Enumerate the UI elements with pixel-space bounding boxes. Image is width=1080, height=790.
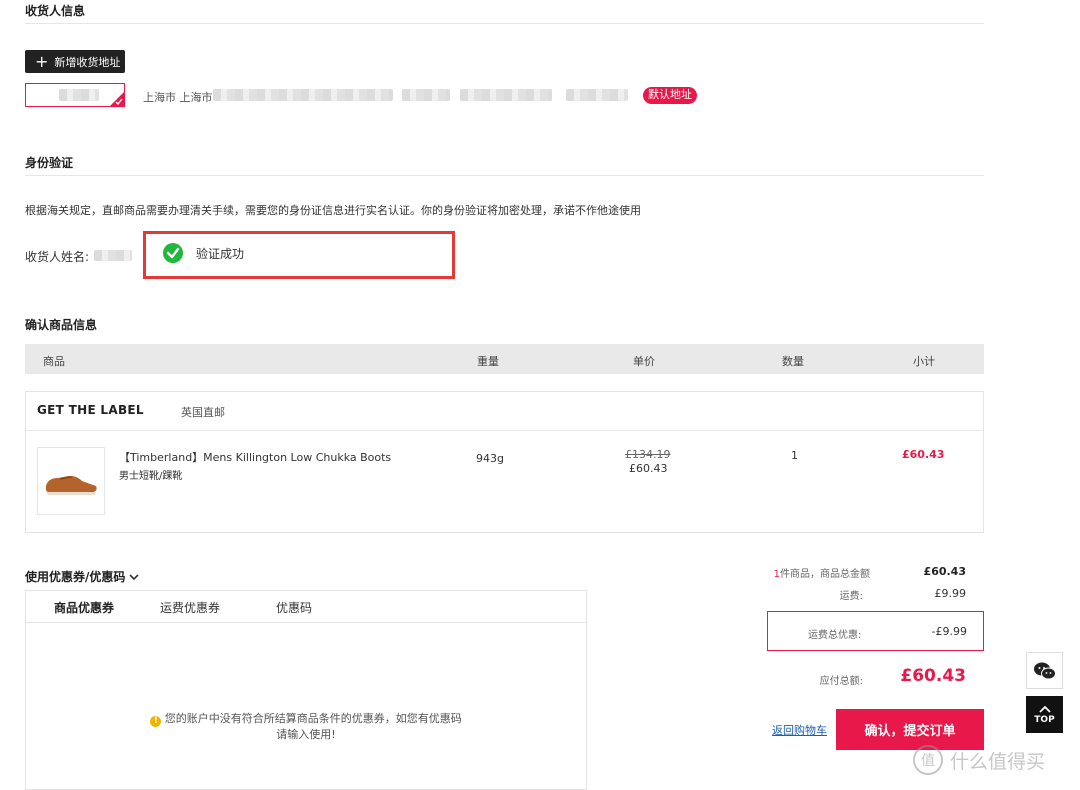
shipping-discount: -£9.99 <box>931 625 967 638</box>
warning-icon: ! <box>150 716 162 727</box>
svg-text:值: 值 <box>921 753 935 769</box>
tab-product-coupon[interactable]: 商品优惠券 <box>54 599 114 616</box>
identity-notice: 根据海关规定，直邮商品需要办理清关手续，需要您的身份证信息进行实名认证。你的身份… <box>25 204 641 217</box>
store-name: GET THE LABEL <box>37 403 144 417</box>
success-check-icon <box>163 243 183 263</box>
chevron-down-icon <box>129 573 139 580</box>
shipping-discount-highlight: 运费总优惠: -£9.99 <box>767 611 984 651</box>
product-weight: 943g <box>476 452 504 465</box>
product-table-header: 商品 重量 单价 数量 小计 <box>25 344 984 374</box>
payable-total: £60.43 <box>900 666 966 686</box>
store-order-block: GET THE LABEL 英国直邮 【Timberland】Mens Kill… <box>25 391 984 533</box>
shipping-fee: £9.99 <box>934 587 967 600</box>
redacted-address <box>213 89 393 101</box>
plus-icon: + <box>35 51 49 71</box>
watermark-text: 什么值得买 <box>950 750 1046 773</box>
redacted-recipient-name <box>94 250 132 261</box>
products-section-title: 确认商品信息 <box>25 318 98 332</box>
coupon-empty-text-line2: 请输入使用! <box>276 728 336 741</box>
coupon-toggle-label: 使用优惠券/优惠码 <box>25 570 126 584</box>
items-total: £60.43 <box>923 565 966 578</box>
boot-image <box>45 475 97 495</box>
wechat-icon <box>1033 662 1056 679</box>
wechat-button[interactable] <box>1026 652 1063 689</box>
selected-check-icon <box>110 92 124 106</box>
product-name[interactable]: 【Timberland】Mens Killington Low Chukka B… <box>119 449 391 465</box>
shipping-label: 运费: <box>839 591 863 602</box>
items-total-label: 1件商品，商品总金额 <box>700 565 870 580</box>
coupon-empty-text-line1: 您的账户中没有符合所结算商品条件的优惠券，如您有优惠码 <box>164 712 462 725</box>
redacted-phone <box>566 89 628 101</box>
identity-section-title: 身份验证 <box>25 156 74 170</box>
watermark-logo-icon: 值 <box>913 745 943 775</box>
back-to-cart-link[interactable]: 返回购物车 <box>772 722 827 738</box>
tab-shipping-coupon[interactable]: 运费优惠券 <box>160 599 220 616</box>
column-header-product: 商品 <box>43 355 65 368</box>
shipping-discount-label: 运费总优惠: <box>808 630 862 641</box>
product-quantity: 1 <box>791 449 798 462</box>
item-subtotal: £60.43 <box>902 448 945 461</box>
address-region: 上海市 上海市 <box>143 91 213 104</box>
divider <box>26 430 983 431</box>
verification-status-highlight: 验证成功 <box>143 231 455 279</box>
redacted-address <box>402 89 450 101</box>
product-category: 男士短靴/踝靴 <box>119 471 183 482</box>
original-price: £134.19 <box>625 448 671 461</box>
divider <box>26 622 586 623</box>
divider <box>25 23 984 24</box>
address-selector-card[interactable] <box>25 83 125 107</box>
recipient-name-label: 收货人姓名: <box>25 250 90 264</box>
items-total-label-text: 件商品，商品总金额 <box>780 569 870 580</box>
divider <box>25 175 984 176</box>
column-header-quantity: 数量 <box>782 355 804 368</box>
consignee-section-title: 收货人信息 <box>25 4 86 18</box>
column-header-weight: 重量 <box>477 355 499 368</box>
coupon-toggle[interactable]: 使用优惠券/优惠码 <box>25 568 140 585</box>
column-header-price: 单价 <box>633 355 655 368</box>
tab-promo-code[interactable]: 优惠码 <box>276 599 312 616</box>
redacted-address <box>460 89 552 101</box>
payable-label: 应付总额: <box>819 676 863 687</box>
column-header-subtotal: 小计 <box>913 355 935 368</box>
site-watermark: 值 什么值得买 <box>912 744 1045 776</box>
product-thumbnail[interactable] <box>37 447 105 515</box>
back-to-top-label: TOP <box>1034 714 1055 725</box>
coupon-panel: 商品优惠券 运费优惠券 优惠码 ! 您的账户中没有符合所结算商品条件的优惠券，如… <box>25 590 587 790</box>
verification-status-text: 验证成功 <box>196 247 245 261</box>
unit-price: £60.43 <box>629 462 668 475</box>
add-address-label: 新增收货地址 <box>54 55 121 69</box>
add-address-button[interactable]: + 新增收货地址 <box>25 50 125 73</box>
coupon-empty-message: ! 您的账户中没有符合所结算商品条件的优惠券，如您有优惠码 请输入使用! <box>26 711 586 742</box>
shipping-method: 英国直邮 <box>181 406 225 419</box>
chevron-up-icon <box>1038 705 1051 713</box>
back-to-top-button[interactable]: TOP <box>1026 696 1063 733</box>
redacted-recipient-name <box>59 89 99 101</box>
default-address-badge: 默认地址 <box>643 87 697 104</box>
